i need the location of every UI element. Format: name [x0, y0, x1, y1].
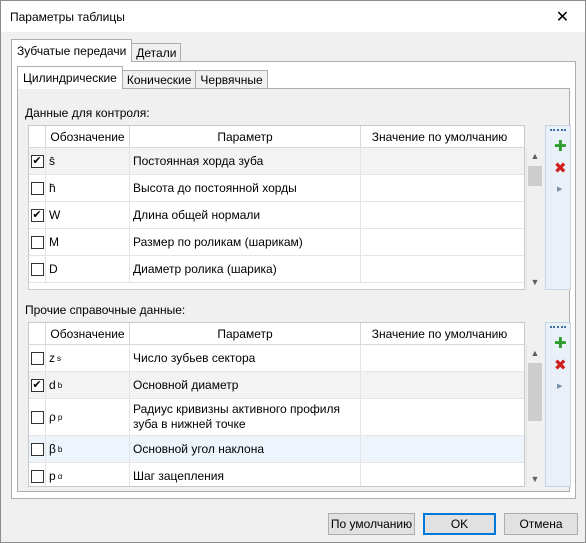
inner-tab-strip: Цилиндрические Конические Червячные: [17, 66, 268, 89]
row-checkbox[interactable]: [30, 351, 44, 365]
reference-data-grid: Обозначение Параметр Значение по умолчан…: [28, 322, 525, 487]
symbol-cell: pα: [46, 463, 130, 486]
expand-icon[interactable]: ▶: [557, 382, 562, 390]
symbol-cell: W: [46, 202, 130, 228]
scroll-down-icon[interactable]: ▼: [527, 274, 543, 290]
value-cell[interactable]: [361, 463, 518, 486]
value-cell[interactable]: [361, 148, 518, 174]
row-checkbox[interactable]: ✔: [30, 208, 44, 222]
parameter-cell: Основной угол наклона: [130, 436, 361, 462]
table-row[interactable]: ✔ s̄ Постоянная хорда зуба: [29, 148, 524, 175]
parameter-cell: Высота до постоянной хорды: [130, 175, 361, 201]
delete-icon[interactable]: ✖: [554, 161, 567, 176]
row-checkbox[interactable]: [30, 469, 44, 483]
tab-conical[interactable]: Конические: [121, 70, 197, 89]
value-cell[interactable]: [361, 436, 518, 462]
inner-tab-panel: Данные для контроля: Обозначение Парамет…: [17, 88, 571, 492]
symbol-cell: db: [46, 372, 130, 398]
row-checkbox[interactable]: ✔: [30, 154, 44, 168]
value-cell[interactable]: [361, 345, 518, 371]
value-cell[interactable]: [361, 202, 518, 228]
reference-side-toolbar: ✚ ✖ ▶: [545, 322, 571, 487]
expand-icon[interactable]: ▶: [557, 185, 562, 193]
symbol-cell: βb: [46, 436, 130, 462]
table-row[interactable]: h̄ Высота до постоянной хорды: [29, 175, 524, 202]
scroll-up-icon[interactable]: ▲: [527, 148, 543, 164]
parameter-cell: Число зубьев сектора: [130, 345, 361, 371]
control-data-grid: Обозначение Параметр Значение по умолчан…: [28, 125, 525, 290]
table-row[interactable]: M Размер по роликам (шарикам): [29, 229, 524, 256]
table-row[interactable]: D Диаметр ролика (шарика): [29, 256, 524, 283]
value-cell[interactable]: [361, 372, 518, 398]
value-cell[interactable]: [361, 256, 518, 282]
scroll-thumb[interactable]: [528, 166, 542, 186]
parameter-cell: Длина общей нормали: [130, 202, 361, 228]
parameter-cell: Шаг зацепления: [130, 463, 361, 486]
outer-tab-panel: Цилиндрические Конические Червячные Данн…: [11, 61, 576, 499]
value-cell[interactable]: [361, 399, 518, 435]
dialog-window: Параметры таблицы ✕ Зубчатые передачи Де…: [0, 0, 586, 543]
header-symbol[interactable]: Обозначение: [46, 323, 130, 344]
parameter-cell: Основной диаметр: [130, 372, 361, 398]
reference-grid-scrollbar[interactable]: ▲ ▼: [526, 345, 543, 487]
table-row[interactable]: pα Шаг зацепления: [29, 463, 524, 486]
header-check-column: [29, 126, 46, 147]
row-checkbox[interactable]: [30, 442, 44, 456]
table-row[interactable]: ✔ W Длина общей нормали: [29, 202, 524, 229]
table-row[interactable]: βb Основной угол наклона: [29, 436, 524, 463]
cancel-button[interactable]: Отмена: [504, 513, 578, 535]
outer-tab-strip: Зубчатые передачи Детали: [11, 39, 182, 62]
value-cell[interactable]: [361, 229, 518, 255]
row-checkbox[interactable]: [30, 181, 44, 195]
symbol-cell: s̄: [46, 148, 130, 174]
row-checkbox[interactable]: [30, 262, 44, 276]
scroll-thumb[interactable]: [528, 363, 542, 421]
symbol-cell: D: [46, 256, 130, 282]
toolbar-grip-icon: [550, 129, 566, 131]
scroll-up-icon[interactable]: ▲: [527, 345, 543, 361]
control-section-label: Данные для контроля:: [25, 106, 150, 120]
tab-worm[interactable]: Червячные: [195, 70, 268, 89]
control-side-toolbar: ✚ ✖ ▶: [545, 125, 571, 290]
header-check-column: [29, 323, 46, 344]
table-row[interactable]: ✔ db Основной диаметр: [29, 372, 524, 399]
close-icon[interactable]: ✕: [540, 1, 585, 32]
parameter-cell: Радиус кривизны активного профиля зуба в…: [130, 399, 361, 435]
scroll-down-icon[interactable]: ▼: [527, 471, 543, 487]
row-checkbox[interactable]: [30, 235, 44, 249]
symbol-cell: zs: [46, 345, 130, 371]
parameter-cell: Постоянная хорда зуба: [130, 148, 361, 174]
symbol-cell: M: [46, 229, 130, 255]
defaults-button[interactable]: По умолчанию: [328, 513, 415, 535]
tab-details[interactable]: Детали: [131, 43, 182, 62]
table-row[interactable]: zs Число зубьев сектора: [29, 345, 524, 372]
symbol-cell: ρp: [46, 399, 130, 435]
ok-button[interactable]: OK: [423, 513, 496, 535]
value-cell[interactable]: [361, 175, 518, 201]
row-checkbox[interactable]: ✔: [30, 378, 44, 392]
header-parameter[interactable]: Параметр: [130, 126, 361, 147]
add-icon[interactable]: ✚: [554, 336, 567, 351]
row-checkbox[interactable]: [30, 410, 44, 424]
reference-section-label: Прочие справочные данные:: [25, 303, 186, 317]
header-default-value[interactable]: Значение по умолчанию: [361, 126, 518, 147]
header-parameter[interactable]: Параметр: [130, 323, 361, 344]
symbol-cell: h̄: [46, 175, 130, 201]
grid-header: Обозначение Параметр Значение по умолчан…: [29, 126, 524, 148]
add-icon[interactable]: ✚: [554, 139, 567, 154]
toolbar-grip-icon: [550, 326, 566, 328]
control-grid-scrollbar[interactable]: ▲ ▼: [526, 148, 543, 290]
grid-header: Обозначение Параметр Значение по умолчан…: [29, 323, 524, 345]
header-symbol[interactable]: Обозначение: [46, 126, 130, 147]
title-bar: Параметры таблицы ✕: [1, 1, 585, 32]
table-row[interactable]: ρp Радиус кривизны активного профиля зуб…: [29, 399, 524, 436]
tab-cylindrical[interactable]: Цилиндрические: [17, 66, 123, 89]
header-default-value[interactable]: Значение по умолчанию: [361, 323, 518, 344]
delete-icon[interactable]: ✖: [554, 358, 567, 373]
parameter-cell: Размер по роликам (шарикам): [130, 229, 361, 255]
window-title: Параметры таблицы: [10, 10, 125, 24]
tab-gear-transmissions[interactable]: Зубчатые передачи: [11, 39, 133, 62]
parameter-cell: Диаметр ролика (шарика): [130, 256, 361, 282]
